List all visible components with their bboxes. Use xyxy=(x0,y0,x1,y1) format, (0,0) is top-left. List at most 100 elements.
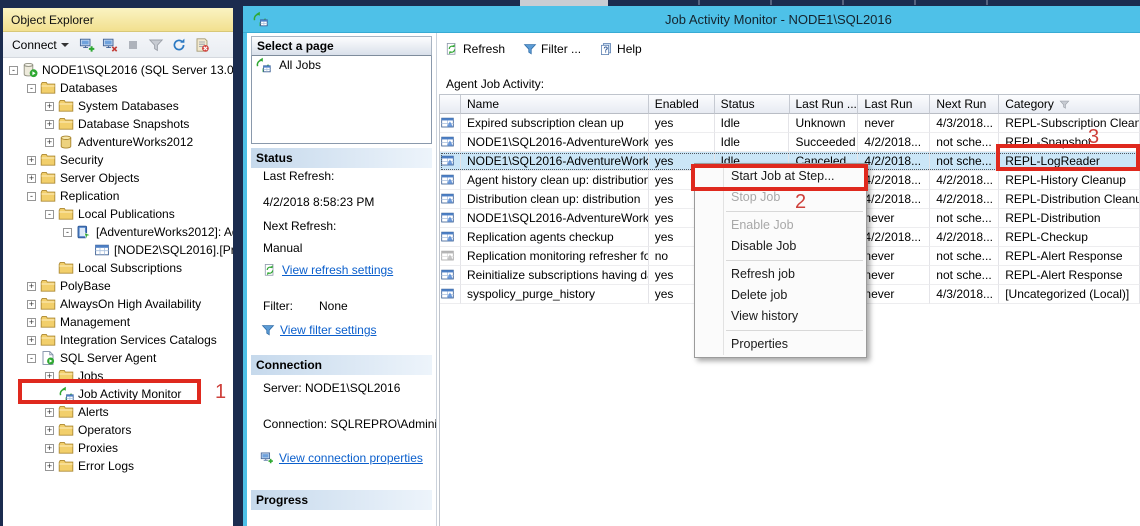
chevron-down-icon xyxy=(61,43,69,47)
job-icon xyxy=(440,286,456,302)
collapse-icon[interactable]: - xyxy=(9,66,18,75)
refresh-icon xyxy=(263,263,277,277)
expand-icon[interactable]: + xyxy=(27,300,36,309)
grid-header-status[interactable]: Status xyxy=(715,95,790,114)
folder-icon xyxy=(58,404,74,420)
expand-icon[interactable]: + xyxy=(27,336,36,345)
tree-item-local-publications[interactable]: -Local Publications xyxy=(3,205,233,223)
grid-header-last-run[interactable]: Last Run ... xyxy=(790,95,859,114)
tree-item-local-subscriptions[interactable]: Local Subscriptions xyxy=(3,259,233,277)
grid-header-last-run[interactable]: Last Run xyxy=(858,95,930,114)
tree-item-node2-sql2016-pro[interactable]: [NODE2\SQL2016].[Pro xyxy=(3,241,233,259)
tree-item-proxies[interactable]: +Proxies xyxy=(3,439,233,457)
grid-header-label: Next Run xyxy=(936,95,986,113)
grid-cell-last-run: never xyxy=(858,114,930,133)
page-item-all-jobs[interactable]: All Jobs xyxy=(252,56,431,74)
tree-item-alwayson-high-availability[interactable]: +AlwaysOn High Availability xyxy=(3,295,233,313)
collapse-icon[interactable]: - xyxy=(27,84,36,93)
tree-item-server-objects[interactable]: +Server Objects xyxy=(3,169,233,187)
tree-item-alerts[interactable]: +Alerts xyxy=(3,403,233,421)
collapse-icon[interactable]: - xyxy=(45,210,54,219)
dialog-toolbar: Refresh Filter ... ? Help xyxy=(445,39,642,59)
tree-item-adventureworks2012-ad[interactable]: -[AdventureWorks2012]: Ad xyxy=(3,223,233,241)
annotation-box-3 xyxy=(996,144,1140,171)
tree-item-label: NODE1\SQL2016 (SQL Server 13.0.160 xyxy=(42,63,233,77)
grid-header-name[interactable]: Name xyxy=(461,95,649,114)
dialog-titlebar: Job Activity Monitor - NODE1\SQL2016 xyxy=(243,6,1140,33)
expander-spacer xyxy=(45,264,54,273)
expand-icon[interactable]: + xyxy=(27,174,36,183)
tree-item-polybase[interactable]: +PolyBase xyxy=(3,277,233,295)
refresh-icon xyxy=(445,42,459,56)
grid-cell-category: REPL-Checkup xyxy=(999,228,1140,247)
tree-item-sql-server-agent[interactable]: -SQL Server Agent xyxy=(3,349,233,367)
tree-item-operators[interactable]: +Operators xyxy=(3,421,233,439)
connect-button[interactable]: Connect xyxy=(9,36,72,54)
object-explorer-header: Object Explorer xyxy=(3,8,233,32)
menu-item-properties[interactable]: Properties xyxy=(695,334,866,355)
tree-item-replication[interactable]: -Replication xyxy=(3,187,233,205)
expand-icon[interactable]: + xyxy=(45,102,54,111)
tree-item-management[interactable]: +Management xyxy=(3,313,233,331)
tree-item-node1-sql2016-sql-server-13-0-160[interactable]: - NODE1\SQL2016 (SQL Server 13.0.160 xyxy=(3,61,233,79)
view-refresh-settings-link[interactable]: View refresh settings xyxy=(282,263,393,277)
tree-item-label: Error Logs xyxy=(78,459,134,473)
view-connection-properties-link[interactable]: View connection properties xyxy=(279,451,423,465)
grid-cell-last-run: 4/2/2018... xyxy=(858,190,930,209)
view-filter-settings-row: View filter settings xyxy=(261,323,377,337)
filter-icon[interactable] xyxy=(148,37,164,53)
grid-cell-next-run: not sche... xyxy=(930,266,999,285)
menu-item-view-history[interactable]: View history xyxy=(695,306,866,327)
expand-icon[interactable]: + xyxy=(45,408,54,417)
expand-icon[interactable]: + xyxy=(27,318,36,327)
collapse-icon[interactable]: - xyxy=(27,192,36,201)
tree-item-error-logs[interactable]: + Error Logs xyxy=(3,457,233,475)
expand-icon[interactable]: + xyxy=(45,462,54,471)
grid-header-enabled[interactable]: Enabled xyxy=(649,95,715,114)
script-error-icon[interactable] xyxy=(194,37,210,53)
connect-server-icon[interactable] xyxy=(79,37,95,53)
folder-icon xyxy=(58,98,74,114)
collapse-icon[interactable]: - xyxy=(27,354,36,363)
filter-button-label: Filter ... xyxy=(541,42,581,56)
tree-item-database-snapshots[interactable]: +Database Snapshots xyxy=(3,115,233,133)
tree-item-databases[interactable]: -Databases xyxy=(3,79,233,97)
job-row[interactable]: Expired subscription clean upyesIdleUnkn… xyxy=(440,114,1140,133)
refresh-button[interactable]: Refresh xyxy=(445,42,505,56)
folder-icon xyxy=(40,188,56,204)
tree-item-security[interactable]: +Security xyxy=(3,151,233,169)
expand-icon[interactable]: + xyxy=(45,120,54,129)
tree-item-adventureworks2012[interactable]: +AdventureWorks2012 xyxy=(3,133,233,151)
tree-item-system-databases[interactable]: +System Databases xyxy=(3,97,233,115)
stop-icon[interactable] xyxy=(125,37,141,53)
menu-item-enable-job: Enable Job xyxy=(695,215,866,236)
next-refresh-label: Next Refresh: xyxy=(263,219,336,233)
annotation-box-2 xyxy=(691,164,868,191)
help-button[interactable]: ? Help xyxy=(599,42,642,56)
grid-header-next-run[interactable]: Next Run xyxy=(930,95,999,114)
view-filter-settings-link[interactable]: View filter settings xyxy=(280,323,377,337)
grid-cell-last-run: never xyxy=(858,266,930,285)
next-refresh-value: Manual xyxy=(263,241,302,255)
menu-item-disable-job[interactable]: Disable Job xyxy=(695,236,866,257)
expand-icon[interactable]: + xyxy=(27,282,36,291)
expand-icon[interactable]: + xyxy=(45,444,54,453)
expand-icon[interactable]: + xyxy=(45,426,54,435)
expand-icon[interactable]: + xyxy=(45,138,54,147)
grid-header-label: Status xyxy=(721,95,755,113)
expand-icon[interactable]: + xyxy=(27,156,36,165)
filter-button[interactable]: Filter ... xyxy=(523,42,581,56)
grid-header-category[interactable]: Category xyxy=(999,95,1140,114)
grid-header-label: Last Run ... xyxy=(796,95,857,113)
grid-cell-last-run-outcome: Unknown xyxy=(789,114,858,133)
tree-item-label: Local Subscriptions xyxy=(78,261,182,275)
disconnect-server-icon[interactable] xyxy=(102,37,118,53)
grid-cell-name: Replication agents checkup xyxy=(461,228,649,247)
tree-item-integration-services-catalogs[interactable]: +Integration Services Catalogs xyxy=(3,331,233,349)
collapse-icon[interactable]: - xyxy=(63,228,72,237)
grid-cell-enabled: yes xyxy=(649,133,715,152)
grid-cell-enabled: yes xyxy=(649,114,715,133)
refresh-icon[interactable] xyxy=(171,37,187,53)
menu-item-delete-job[interactable]: Delete job xyxy=(695,285,866,306)
menu-item-refresh-job[interactable]: Refresh job xyxy=(695,264,866,285)
